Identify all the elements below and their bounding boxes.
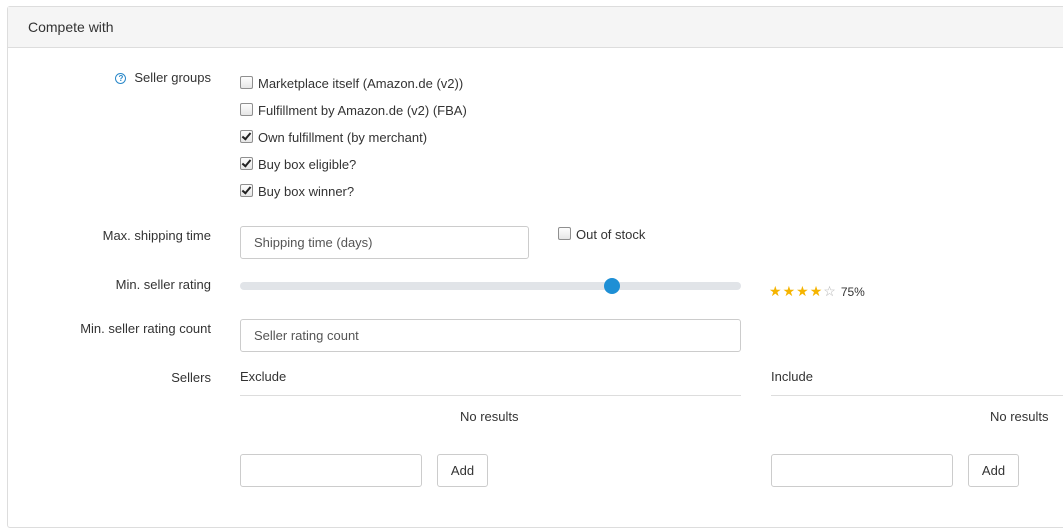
exclude-divider: [240, 395, 741, 396]
checkbox-marketplace-itself-box[interactable]: [240, 76, 253, 89]
checkbox-own-fulfillment-box[interactable]: [240, 130, 253, 143]
checkbox-marketplace-itself[interactable]: Marketplace itself (Amazon.de (v2)): [240, 75, 463, 93]
checkbox-buy-box-eligible-box[interactable]: [240, 157, 253, 170]
seller-groups-label-text: Seller groups: [134, 70, 211, 85]
seller-rating-count-input[interactable]: Seller rating count: [240, 319, 741, 352]
checkbox-fba-box[interactable]: [240, 103, 253, 116]
checkbox-label: Fulfillment by Amazon.de (v2) (FBA): [258, 103, 467, 118]
include-add-button[interactable]: Add: [968, 454, 1019, 487]
checkbox-label: Own fulfillment (by merchant): [258, 130, 428, 145]
checkbox-out-of-stock[interactable]: Out of stock: [558, 226, 645, 244]
panel-title: Compete with: [8, 7, 1063, 48]
exclude-heading: Exclude: [240, 369, 287, 384]
seller-groups-label: ? Seller groups: [115, 70, 211, 85]
seller-rating-slider-handle[interactable]: [604, 278, 620, 294]
include-divider: [771, 395, 1063, 396]
checkbox-label: Buy box eligible?: [258, 157, 357, 172]
checkbox-buy-box-winner[interactable]: Buy box winner?: [240, 183, 354, 201]
rating-stars: ★★★★☆ 75%: [769, 283, 865, 300]
rating-percent: 75%: [840, 285, 865, 299]
max-shipping-time-label: Max. shipping time: [102, 228, 211, 243]
include-no-results: No results: [990, 409, 1049, 424]
checkbox-buy-box-winner-box[interactable]: [240, 184, 253, 197]
star-empty-icon: ☆: [823, 283, 837, 299]
checkbox-buy-box-eligible[interactable]: Buy box eligible?: [240, 156, 356, 174]
checkbox-fba[interactable]: Fulfillment by Amazon.de (v2) (FBA): [240, 102, 467, 120]
checkbox-label: Marketplace itself (Amazon.de (v2)): [258, 76, 464, 91]
min-seller-rating-count-label: Min. seller rating count: [80, 321, 211, 336]
include-seller-input[interactable]: [771, 454, 953, 487]
star-filled-icon: ★: [782, 283, 797, 299]
checkbox-label: Buy box winner?: [258, 184, 355, 199]
checkbox-out-of-stock-box[interactable]: [558, 227, 571, 240]
exclude-seller-input[interactable]: [240, 454, 422, 487]
star-filled-icon: ★: [796, 283, 810, 299]
min-seller-rating-label: Min. seller rating: [115, 277, 211, 292]
include-heading: Include: [771, 369, 813, 384]
checkbox-label: Out of stock: [576, 227, 646, 242]
exclude-no-results: No results: [460, 409, 519, 424]
shipping-time-input[interactable]: Shipping time (days): [240, 226, 529, 259]
checkbox-own-fulfillment[interactable]: Own fulfillment (by merchant): [240, 129, 427, 147]
question-circle-icon[interactable]: ?: [115, 73, 127, 84]
sellers-label: Sellers: [171, 370, 211, 385]
star-filled-icon: ★: [769, 283, 783, 299]
seller-rating-slider-track[interactable]: [240, 282, 741, 290]
exclude-add-button[interactable]: Add: [437, 454, 488, 487]
star-filled-icon: ★: [809, 283, 824, 299]
